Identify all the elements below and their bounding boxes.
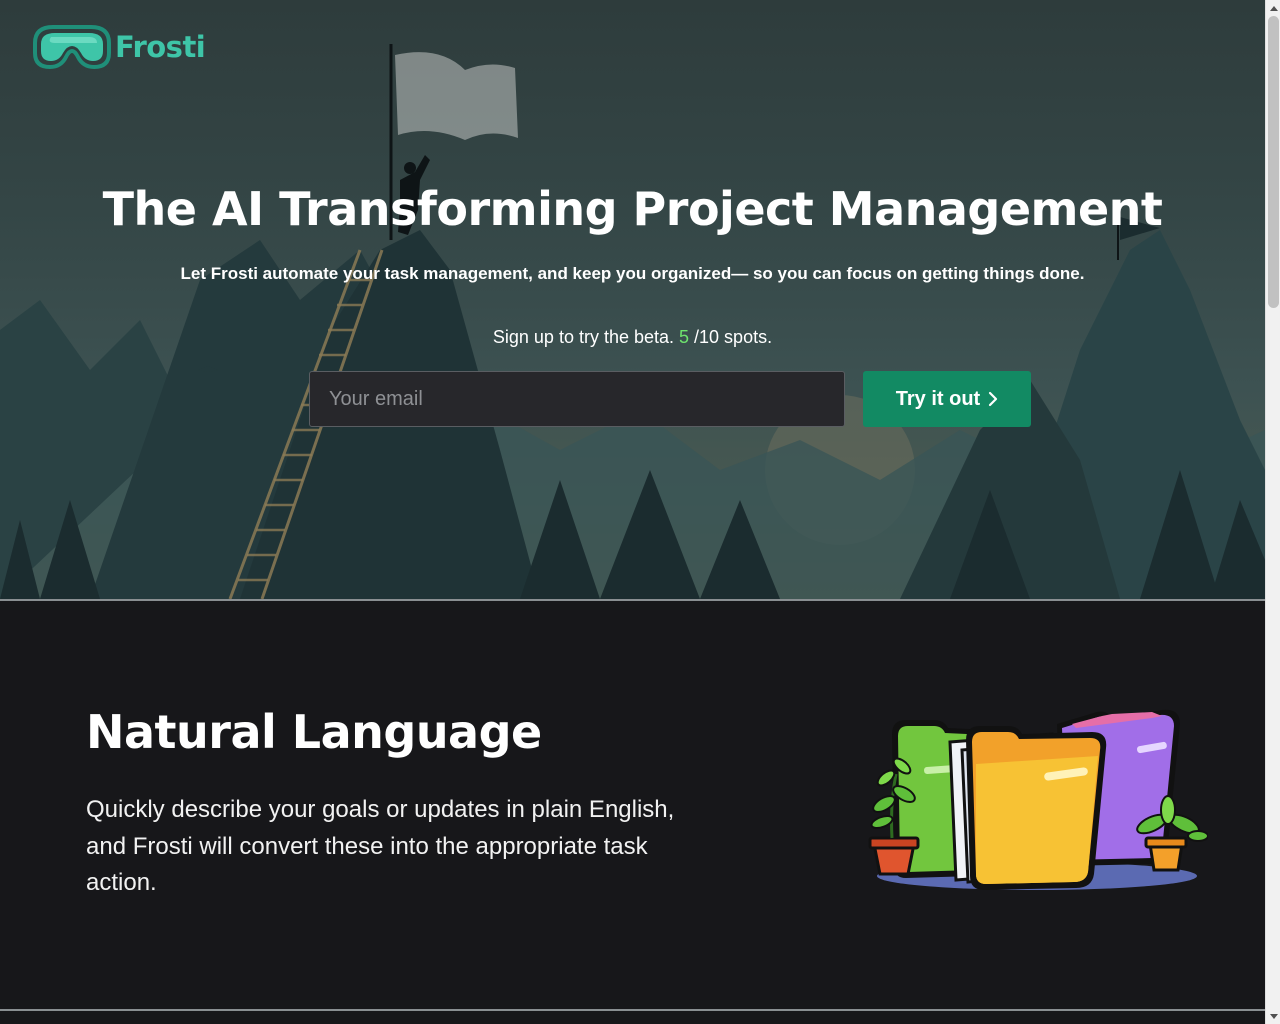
beta-prefix: Sign up to try the beta. (492, 327, 680, 347)
scroll-down-arrow-icon[interactable] (1266, 1009, 1280, 1024)
hero-title: The AI Transforming Project Management (102, 182, 1163, 236)
beta-count: 5 (679, 327, 690, 347)
feature-description: Quickly describe your goals or updates i… (86, 796, 675, 896)
feature-section: Natural Language Quickly describe your g… (0, 601, 1265, 1009)
scroll-thumb[interactable] (1268, 16, 1279, 308)
scroll-up-arrow-icon[interactable] (1266, 0, 1280, 15)
feature-title: Natural Language (86, 705, 542, 759)
email-input[interactable] (309, 371, 845, 427)
page: Frosti The AI Transforming Project Manag… (0, 0, 1265, 1024)
mountain-ladder-illustration (0, 44, 1265, 599)
beta-spots-text: Sign up to try the beta. 5 /10 spots. (0, 327, 1265, 348)
goggles-logo-icon (33, 25, 111, 70)
hero-section: Frosti The AI Transforming Project Manag… (0, 0, 1265, 599)
chevron-right-icon (989, 391, 998, 407)
vertical-scrollbar[interactable] (1265, 0, 1280, 1024)
beta-suffix: /10 spots. (689, 327, 773, 347)
try-it-out-label: Try it out (895, 387, 981, 410)
try-it-out-button[interactable]: Try it out (863, 371, 1031, 427)
folders-plants-illustration (868, 709, 1208, 890)
section-divider-bottom (0, 1009, 1265, 1011)
hero-subtitle: Let Frosti automate your task management… (180, 264, 1085, 283)
logo[interactable]: Frosti (31, 23, 206, 70)
brand-name: Frosti (115, 29, 206, 64)
